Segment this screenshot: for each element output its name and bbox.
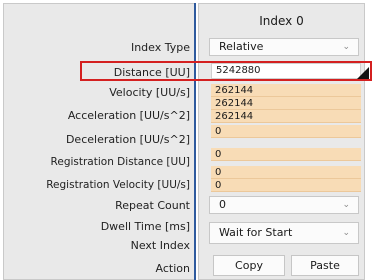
- label-registration-velocity: Registration Velocity [UU/s]: [46, 179, 190, 191]
- label-acceleration: Acceleration [UU/s^2]: [67, 109, 190, 122]
- deceleration-input[interactable]: 262144: [211, 110, 361, 123]
- copy-button[interactable]: Copy: [213, 255, 285, 276]
- label-distance: Distance [UU]: [113, 66, 190, 79]
- label-action: Action: [155, 262, 190, 275]
- label-index-type: Index Type: [130, 41, 190, 54]
- extra-value-input[interactable]: 0: [211, 179, 361, 192]
- label-repeat-count: Repeat Count: [115, 199, 190, 212]
- label-velocity: Velocity [UU/s]: [109, 86, 190, 99]
- registration-distance-input[interactable]: 0: [211, 125, 361, 138]
- next-index-select[interactable]: Wait for Start ⌄: [209, 222, 359, 244]
- label-next-index: Next Index: [130, 239, 190, 252]
- paste-button[interactable]: Paste: [291, 255, 359, 276]
- next-index-value: Wait for Start: [219, 226, 293, 239]
- dwell-time-value: 0: [219, 198, 226, 211]
- dwell-time-select[interactable]: 0 ⌄: [209, 196, 359, 214]
- acceleration-input[interactable]: 262144: [211, 97, 361, 110]
- registration-velocity-input[interactable]: 0: [211, 148, 361, 161]
- column-header-index-0: Index 0: [259, 14, 304, 28]
- corner-marker-icon: [357, 67, 369, 79]
- label-deceleration: Deceleration [UU/s^2]: [65, 133, 190, 146]
- chevron-down-icon: ⌄: [342, 200, 350, 210]
- repeat-count-input[interactable]: 0: [211, 166, 361, 179]
- velocity-input[interactable]: 262144: [211, 84, 361, 97]
- chevron-down-icon: ⌄: [342, 42, 350, 52]
- label-registration-distance: Registration Distance [UU]: [50, 156, 190, 168]
- index-type-value: Relative: [219, 40, 264, 53]
- distance-input[interactable]: 5242880: [211, 63, 361, 79]
- column-divider: [194, 3, 196, 280]
- index-type-select[interactable]: Relative ⌄: [209, 38, 359, 56]
- chevron-down-icon: ⌄: [342, 228, 350, 238]
- label-dwell-time: Dwell Time [ms]: [100, 220, 190, 233]
